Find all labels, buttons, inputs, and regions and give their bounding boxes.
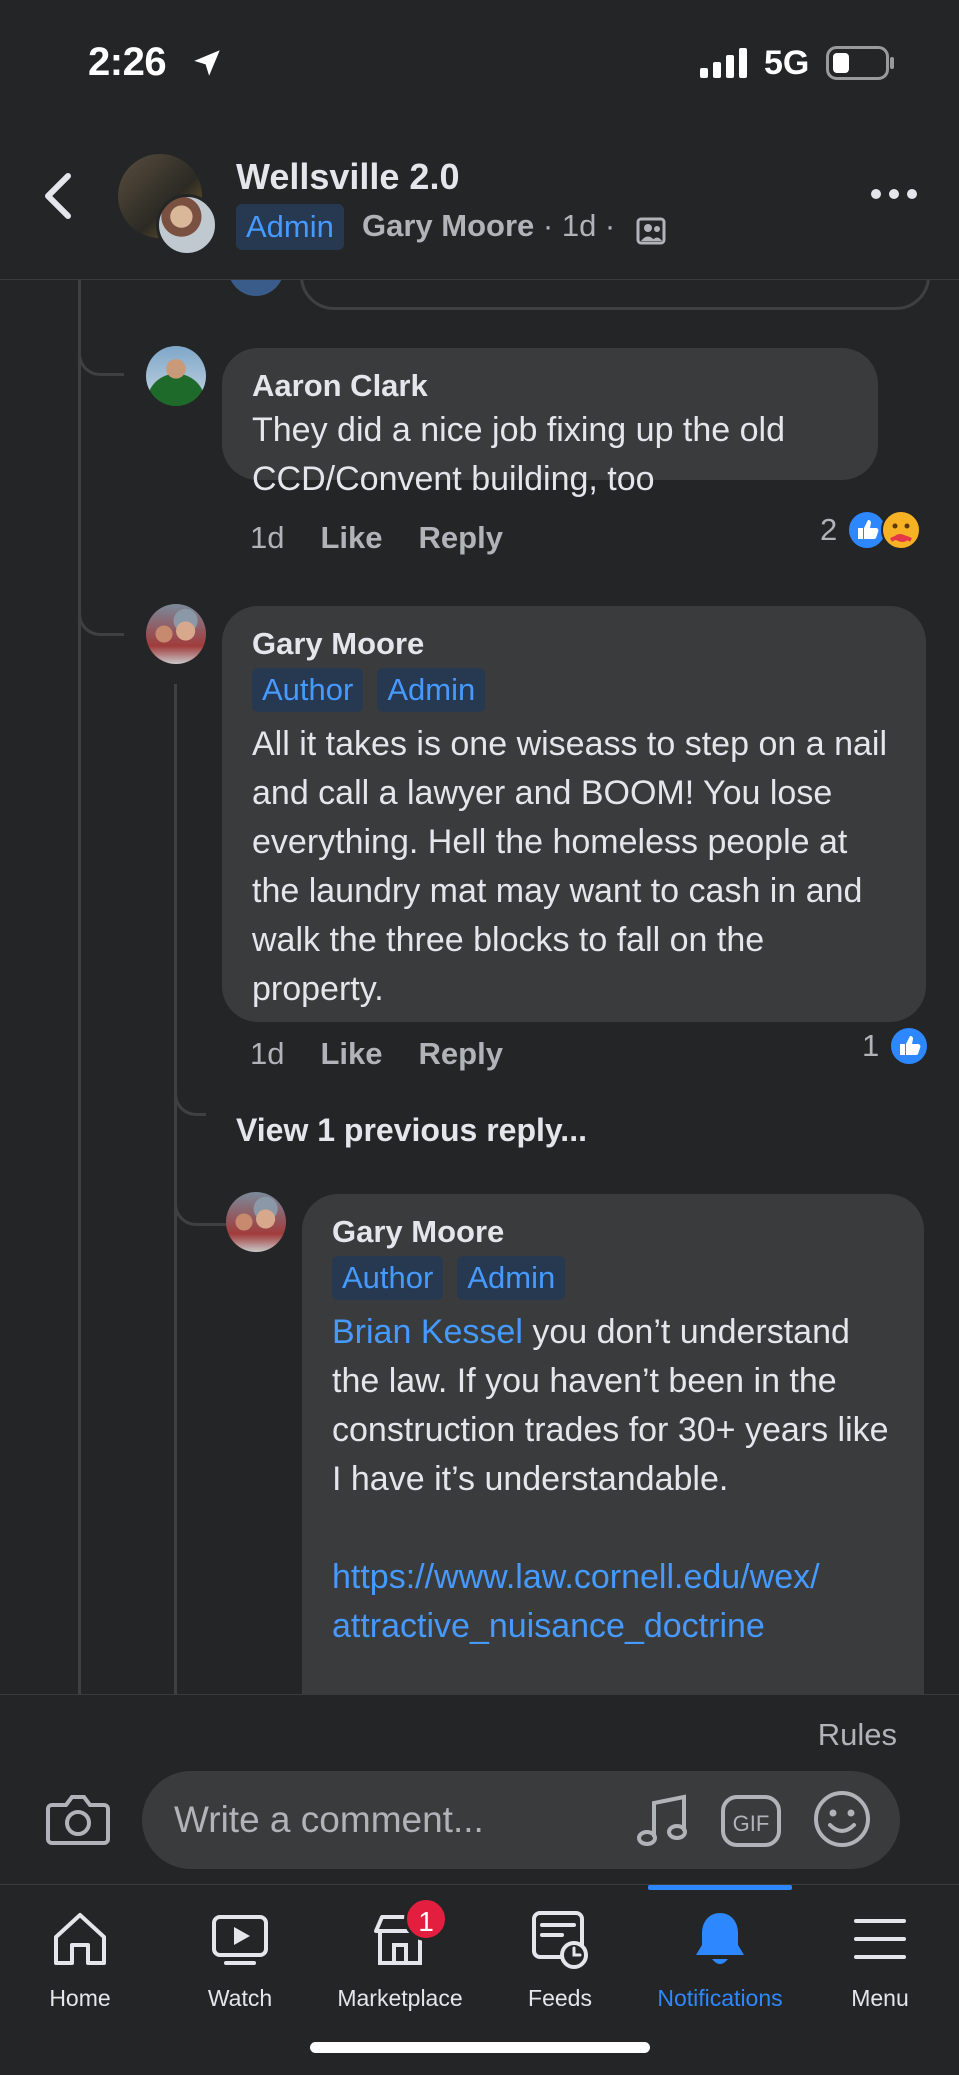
commenter-name[interactable]: Gary Moore <box>252 624 896 664</box>
post-author-line: Gary Moore · 1d · <box>362 208 615 244</box>
watch-icon <box>212 1915 268 1965</box>
feeds-icon <box>532 1911 588 1969</box>
post-meta: · 1d · <box>534 208 616 243</box>
marketplace-notification-badge: 1 <box>404 1897 448 1941</box>
comment-text: They did a nice job fixing up the old CC… <box>252 411 786 498</box>
reply-bubble[interactable]: Gary Moore Author Admin Brian Kessel you… <box>302 1194 924 1694</box>
home-indicator <box>310 2042 650 2053</box>
like-button[interactable]: Like <box>320 520 382 555</box>
commenter-badges: Author Admin <box>252 668 896 712</box>
rules-link[interactable]: Rules <box>818 1717 897 1753</box>
comment-time: 1d <box>250 520 285 555</box>
author-badge: Author <box>252 668 364 712</box>
commenter-badges: Author Admin <box>332 1256 894 1300</box>
emoji-icon[interactable] <box>812 1789 872 1849</box>
avatar[interactable] <box>146 346 206 406</box>
reaction-count: 2 <box>820 512 838 547</box>
url-link-line-2[interactable]: attractive_nuisance_doctrine <box>332 1602 894 1651</box>
comment-time: 1d <box>250 1036 285 1071</box>
comment-bubble[interactable]: Aaron Clark They did a nice job fixing u… <box>222 348 878 498</box>
admin-badge: Admin <box>236 204 344 250</box>
gif-icon: GIF <box>721 1795 781 1847</box>
reaction-summary[interactable]: 2 <box>820 510 922 550</box>
post-header: Wellsville 2.0 Admin Gary Moore · 1d · <box>0 120 959 280</box>
comment-actions: 1d Like Reply <box>250 1036 539 1072</box>
tab-label: Menu <box>851 1985 909 2011</box>
comment-text: All it takes is one wiseass to step on a… <box>252 725 887 1008</box>
thread-connector <box>78 580 124 636</box>
location-arrow-icon <box>194 50 220 76</box>
comment-thread: Aaron Clark They did a nice job fixing u… <box>0 280 959 1694</box>
like-button[interactable]: Like <box>320 1036 382 1071</box>
thread-connector <box>174 1060 206 1116</box>
avatar[interactable] <box>226 1192 286 1252</box>
view-previous-replies-link[interactable]: View 1 previous reply... <box>236 1112 587 1149</box>
gif-button[interactable]: GIF <box>720 1793 782 1849</box>
thread-line-main <box>78 280 81 1694</box>
reaction-summary[interactable]: 1 <box>862 1026 930 1066</box>
reply-button[interactable]: Reply <box>419 1036 503 1071</box>
tab-feeds[interactable]: Feeds <box>480 1885 640 2035</box>
status-bar: 2:26 5G <box>0 0 959 120</box>
home-icon <box>54 1913 106 1965</box>
music-note-icon[interactable] <box>632 1791 692 1851</box>
group-avatar[interactable] <box>118 154 218 256</box>
admin-badge: Admin <box>457 1256 566 1300</box>
reply-text: Brian Kessel you don’t understand the la… <box>332 1308 894 1504</box>
previous-reply-box <box>300 280 930 310</box>
thread-connector <box>78 320 124 376</box>
comment-bubble[interactable]: Gary Moore Author Admin All it takes is … <box>222 606 926 1022</box>
tab-label: Watch <box>207 1985 273 2011</box>
cellular-signal-icon <box>700 48 747 78</box>
tab-label: Marketplace <box>337 1985 463 2011</box>
comment-actions: 1d Like Reply <box>250 520 539 556</box>
tab-home[interactable]: Home <box>0 1885 160 2035</box>
svg-text:GIF: GIF <box>733 1811 770 1836</box>
tab-label: Home <box>49 1985 111 2011</box>
tab-notifications[interactable]: Notifications <box>640 1885 800 2035</box>
url-link-line-1[interactable]: https://www.law.cornell.edu/wex/ <box>332 1553 894 1602</box>
facebook-comment-thread: 2:26 5G Wellsville 2.0 Admin Gary Moore … <box>0 0 959 2075</box>
tab-watch[interactable]: Watch <box>160 1885 320 2035</box>
tab-label: Feeds <box>528 1985 592 2011</box>
tab-marketplace[interactable]: Marketplace <box>320 1885 480 2035</box>
commenter-name[interactable]: Gary Moore <box>332 1212 894 1252</box>
previous-avatar <box>228 280 284 296</box>
comment-composer: Rules Write a comment... GIF <box>0 1694 959 1884</box>
menu-icon <box>854 1919 906 1959</box>
tab-menu[interactable]: Menu <box>800 1885 959 2035</box>
camera-icon[interactable] <box>46 1791 110 1847</box>
bell-icon <box>696 1913 744 1964</box>
network-label: 5G <box>764 44 810 82</box>
battery-icon <box>826 46 894 80</box>
reply-button[interactable]: Reply <box>419 520 503 555</box>
back-chevron-icon[interactable] <box>40 170 76 222</box>
avatar[interactable] <box>146 604 206 664</box>
status-time: 2:26 <box>88 40 167 84</box>
like-reaction-icon <box>889 1026 930 1066</box>
thread-connector <box>174 1170 230 1226</box>
group-audience-icon <box>636 217 666 245</box>
author-badge: Author <box>332 1256 444 1300</box>
author-avatar <box>156 194 218 256</box>
commenter-name[interactable]: Aaron Clark <box>252 366 848 406</box>
group-name[interactable]: Wellsville 2.0 <box>236 156 459 198</box>
reaction-count: 1 <box>862 1028 880 1063</box>
comment-placeholder: Write a comment... <box>174 1799 484 1840</box>
mention-link[interactable]: Brian Kessel <box>332 1313 523 1351</box>
admin-badge: Admin <box>377 668 486 712</box>
post-author-name[interactable]: Gary Moore <box>362 208 534 243</box>
more-options-icon[interactable] <box>866 174 922 214</box>
comment-input[interactable]: Write a comment... GIF <box>142 1771 900 1869</box>
tab-label: Notifications <box>657 1985 783 2011</box>
care-reaction-icon <box>881 510 922 550</box>
